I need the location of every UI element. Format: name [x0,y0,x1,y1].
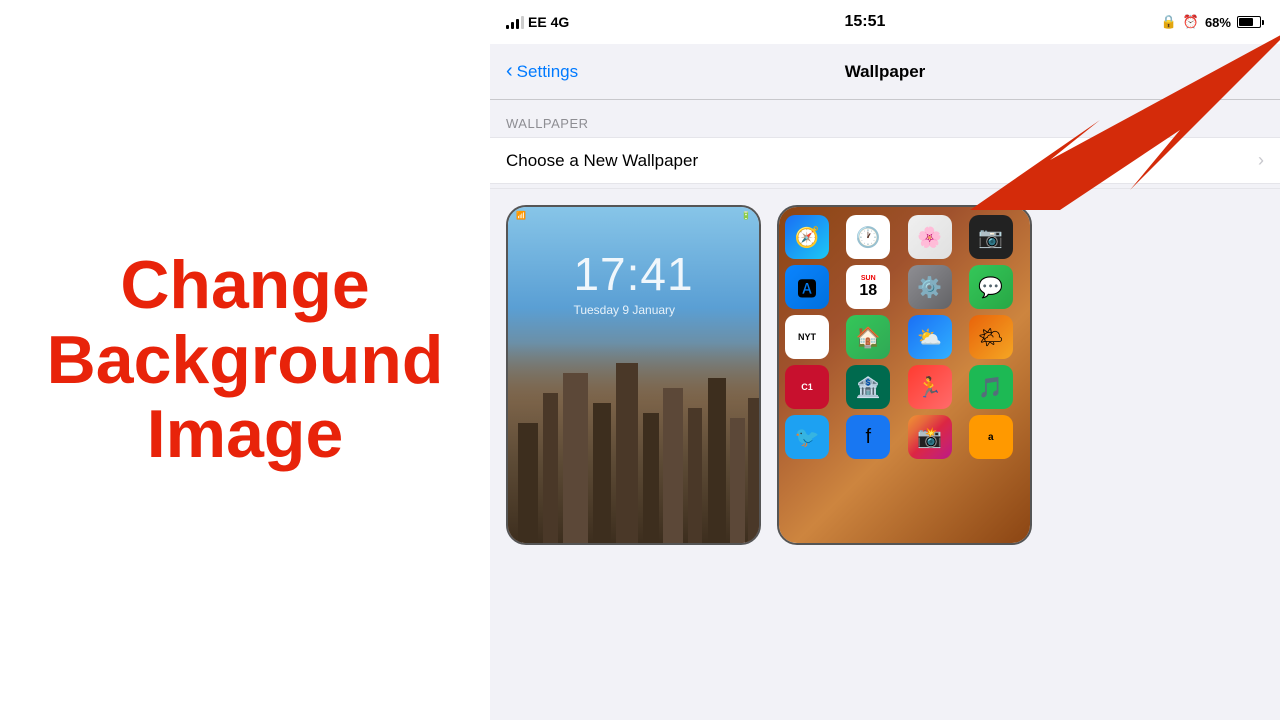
signal-bar-3 [516,19,519,29]
app-photos: 🌸 [908,215,952,259]
app-twitter: 🐦 [785,415,829,459]
signal-bars [506,15,524,29]
app-calendar: SUN18 [846,265,890,309]
lock-screen-preview: 📶 🔋 17:41 Tuesday 9 January [506,205,761,545]
lock-time: 17:41 [573,247,693,301]
app-messages: 💬 [969,265,1013,309]
signal-bar-1 [506,25,509,29]
phone-status-bar: 📶 🔋 [508,207,759,224]
app-safari: 🧭 [785,215,829,259]
app-accuweather: 🌤 [969,315,1013,359]
battery-tip [1262,20,1264,25]
phone-battery-small: 🔋 [741,211,751,220]
signal-bar-4 [521,16,524,29]
title-text: Change Background Image [47,248,444,472]
nav-title: Wallpaper [845,62,926,82]
app-settings: ⚙️ [908,265,952,309]
left-panel: Change Background Image [0,0,490,720]
back-button[interactable]: ‹ Settings [506,60,578,83]
app-fitness: 🏃 [908,365,952,409]
list-section: Choose a New Wallpaper › [490,137,1280,184]
wallpaper-preview-area: 📶 🔋 17:41 Tuesday 9 January [490,188,1280,720]
chevron-right-icon: › [1258,150,1264,171]
battery-percent: 68% [1205,15,1231,30]
app-capitalone: C1 [785,365,829,409]
app-clock: 🕐 [846,215,890,259]
battery-icon [1237,16,1264,28]
back-chevron-icon: ‹ [506,60,513,83]
app-maps: 🏠 [846,315,890,359]
phone-signal: 📶 [516,211,526,220]
lock-icon: 🔒 [1161,14,1177,30]
app-amazon: a [969,415,1013,459]
title-line1: Change [120,247,369,323]
title-line3: Image [147,396,344,472]
app-instagram: 📸 [908,415,952,459]
home-screen-preview: 🧭 🕐 🌸 📷 🅰 SUN18 ⚙️ 💬 NYT 🏠 ⛅ 🌤 C1 🏦 🏃 🎵 … [777,205,1032,545]
choose-wallpaper-label: Choose a New Wallpaper [506,151,698,171]
lock-date: Tuesday 9 January [573,303,693,317]
alarm-icon: ⏰ [1183,14,1199,30]
status-time: 15:51 [844,13,885,31]
battery-fill [1239,18,1253,26]
app-spotify: 🎵 [969,365,1013,409]
choose-wallpaper-item[interactable]: Choose a New Wallpaper › [490,137,1280,184]
right-panel: EE 4G 15:51 🔒 ⏰ 68% ‹ Settings Wallpaper… [490,0,1280,720]
signal-bar-2 [511,22,514,29]
lock-time-display: 17:41 Tuesday 9 January [573,247,693,317]
app-weather: ⛅ [908,315,952,359]
buildings-svg [508,343,761,543]
home-screen: 🧭 🕐 🌸 📷 🅰 SUN18 ⚙️ 💬 NYT 🏠 ⛅ 🌤 C1 🏦 🏃 🎵 … [779,207,1030,543]
app-appstore: 🅰 [785,265,829,309]
app-facebook: f [846,415,890,459]
lock-screen: 📶 🔋 17:41 Tuesday 9 January [508,207,759,543]
status-right: 🔒 ⏰ 68% [1161,14,1264,30]
carrier-text: EE 4G [528,14,569,30]
app-nytimes: NYT [785,315,829,359]
status-bar: EE 4G 15:51 🔒 ⏰ 68% [490,0,1280,44]
back-label: Settings [517,62,578,82]
status-left: EE 4G [506,14,569,30]
app-camera: 📷 [969,215,1013,259]
nav-bar: ‹ Settings Wallpaper [490,44,1280,100]
section-header: WALLPAPER [490,100,1280,137]
app-lloyds: 🏦 [846,365,890,409]
title-line2: Background [47,322,444,398]
